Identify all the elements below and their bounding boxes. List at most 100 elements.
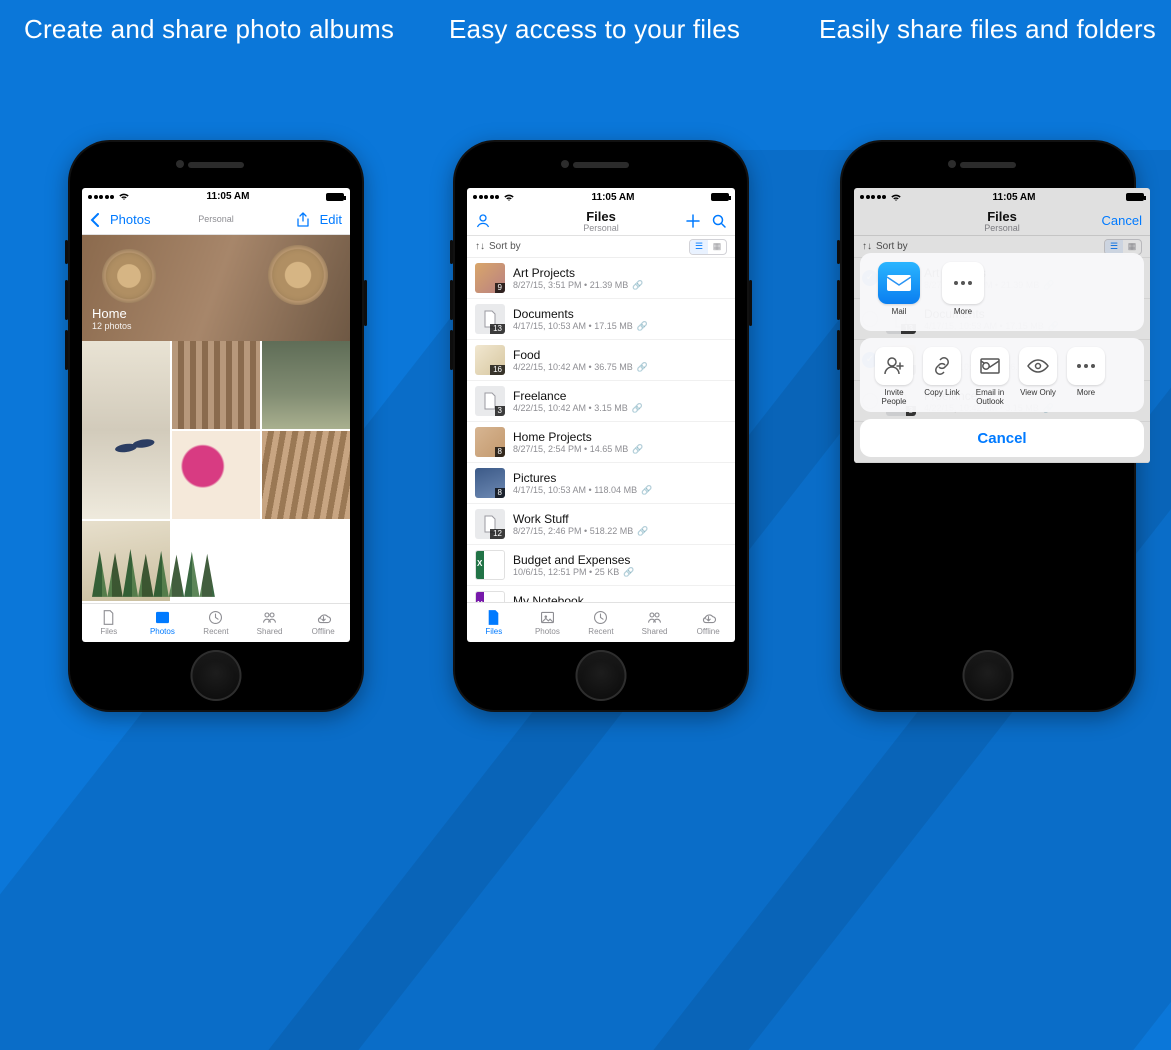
count-badge: 16 <box>490 365 505 375</box>
file-thumb <box>475 591 505 602</box>
sort-icon: ↑↓ <box>475 241 485 252</box>
view-only-icon <box>1019 347 1057 385</box>
file-row[interactable]: 12Work Stuff8/27/15, 2:46 PM • 518.22 MB… <box>467 504 735 545</box>
count-badge: 8 <box>495 447 505 457</box>
share-item-more[interactable]: More <box>1064 347 1108 406</box>
file-name: Pictures <box>513 471 727 485</box>
tab-bar: Files Photos RecentShared Offline <box>467 602 735 642</box>
file-meta: 4/17/15, 10:53 AM • 17.15 MB 🔗 <box>513 321 727 332</box>
status-bar: 11:05 AM <box>854 188 1150 206</box>
tab-label: Offline <box>697 627 720 636</box>
view-toggle[interactable]: ☰ ▦ <box>689 239 727 255</box>
file-row[interactable]: 3Freelance4/22/15, 10:42 AM • 3.15 MB 🔗 <box>467 381 735 422</box>
phone-frame-1: 11:05 AM Photos Personal Edit Home 12 ph… <box>68 140 364 712</box>
screen-share: 11:05 AM Files Personal Cancel ↑↓ Sort b… <box>854 188 1150 463</box>
tab-shared[interactable]: Shared <box>628 603 682 642</box>
file-row[interactable]: 13Documents4/17/15, 10:53 AM • 17.15 MB … <box>467 299 735 340</box>
battery-icon <box>711 193 729 201</box>
shared-link-icon: 🔗 <box>632 444 643 455</box>
share-item-label: Invite People <box>872 388 916 406</box>
caption-3: Easily share files and folders <box>819 14 1156 45</box>
tab-recent[interactable]: Recent <box>574 603 628 642</box>
profile-icon[interactable] <box>475 213 491 229</box>
file-row[interactable]: Budget and Expenses10/6/15, 12:51 PM • 2… <box>467 545 735 586</box>
file-row[interactable]: 9Art Projects8/27/15, 3:51 PM • 21.39 MB… <box>467 258 735 299</box>
tab-files[interactable]: Files <box>467 603 521 642</box>
list-view-icon[interactable]: ☰ <box>1105 240 1123 254</box>
more-icon <box>942 262 984 304</box>
tab-label: Recent <box>203 627 228 636</box>
caption-2: Easy access to your files <box>449 14 740 45</box>
file-name: Freelance <box>513 389 727 403</box>
file-name: Art Projects <box>513 266 727 280</box>
grid-view-icon[interactable]: ▦ <box>708 240 726 254</box>
nav-cancel[interactable]: Cancel <box>1102 213 1142 228</box>
photo-grid <box>82 341 350 603</box>
share-item-view-only[interactable]: View Only <box>1016 347 1060 406</box>
file-row[interactable]: My Notebook10/6/15, 12:51 PM • 280 KB 🔗 <box>467 586 735 602</box>
file-row[interactable]: 16Food4/22/15, 10:42 AM • 36.75 MB 🔗 <box>467 340 735 381</box>
share-row-actions: Invite People Copy Link Email in Outlook Vi… <box>864 347 1140 406</box>
album-hero[interactable]: Home 12 photos <box>82 235 350 341</box>
share-item-mail[interactable]: Mail <box>872 262 926 325</box>
share-item-label: Copy Link <box>924 388 960 406</box>
nav-edit[interactable]: Edit <box>320 212 342 227</box>
file-row[interactable]: 8Pictures4/17/15, 10:53 AM • 118.04 MB 🔗 <box>467 463 735 504</box>
home-button[interactable] <box>963 650 1014 701</box>
tab-offline[interactable]: Offline <box>681 603 735 642</box>
file-meta: 4/22/15, 10:42 AM • 36.75 MB 🔗 <box>513 362 727 373</box>
photo-thumbnail[interactable] <box>172 431 260 519</box>
share-item-invite-people[interactable]: Invite People <box>872 347 916 406</box>
sort-bar[interactable]: ↑↓ Sort by ☰ ▦ <box>467 236 735 258</box>
share-item-label: View Only <box>1020 388 1056 406</box>
home-button[interactable] <box>191 650 242 701</box>
tab-files[interactable]: Files <box>82 604 136 642</box>
file-list: 9Art Projects8/27/15, 3:51 PM • 21.39 MB… <box>467 258 735 602</box>
phone-frame-3: 11:05 AM Files Personal Cancel ↑↓ Sort b… <box>840 140 1136 712</box>
search-icon[interactable] <box>711 213 727 229</box>
file-row[interactable]: 8Home Projects8/27/15, 2:54 PM • 14.65 M… <box>467 422 735 463</box>
sort-label: Sort by <box>489 241 521 252</box>
tab-label: Photos <box>535 627 560 636</box>
tab-recent[interactable]: Recent <box>189 604 243 642</box>
count-badge: 9 <box>495 283 505 293</box>
share-item-email-in-outlook[interactable]: Email in Outlook <box>968 347 1012 406</box>
photo-thumbnail[interactable] <box>262 431 350 519</box>
file-thumb: 3 <box>475 386 505 416</box>
shared-link-icon: 🔗 <box>641 485 652 496</box>
share-item-more[interactable]: More <box>936 262 990 325</box>
share-cancel-button[interactable]: Cancel <box>860 419 1144 457</box>
photo-thumbnail[interactable] <box>82 341 170 519</box>
shared-link-icon: 🔗 <box>637 362 648 373</box>
count-badge: 13 <box>490 324 505 334</box>
share-sheet: Mail More Invite People Copy Link Email in … <box>860 253 1144 457</box>
tab-photos[interactable]: Photos <box>521 603 575 642</box>
battery-icon <box>1126 193 1144 201</box>
tab-photos[interactable]: Photos <box>136 604 190 642</box>
nav-bar: Files Personal <box>467 206 735 236</box>
status-time: 11:05 AM <box>993 192 1036 203</box>
grid-view-icon[interactable]: ▦ <box>1123 240 1141 254</box>
share-item-label: More <box>1077 388 1095 406</box>
share-row-apps: Mail More <box>864 262 1140 325</box>
count-badge: 12 <box>490 529 505 539</box>
tab-label: Files <box>100 627 117 636</box>
battery-icon <box>326 193 344 201</box>
share-icon[interactable] <box>296 212 310 228</box>
screen-files: 11:05 AM Files Personal ↑↓ Sort by ☰ ▦ <box>467 188 735 642</box>
tab-shared[interactable]: Shared <box>243 604 297 642</box>
home-button[interactable] <box>576 650 627 701</box>
nav-back[interactable]: Photos <box>90 212 150 227</box>
add-icon[interactable] <box>685 213 701 229</box>
shared-link-icon: 🔗 <box>637 321 648 332</box>
list-view-icon[interactable]: ☰ <box>690 240 708 254</box>
tab-offline[interactable]: Offline <box>296 604 350 642</box>
photo-thumbnail[interactable] <box>262 341 350 429</box>
shared-link-icon: 🔗 <box>623 567 634 578</box>
photo-thumbnail[interactable] <box>172 341 260 429</box>
status-bar: 11:05 AM <box>82 188 350 206</box>
invite-people-icon <box>875 347 913 385</box>
share-item-copy-link[interactable]: Copy Link <box>920 347 964 406</box>
share-item-label: Mail <box>892 307 907 325</box>
copy-link-icon <box>923 347 961 385</box>
